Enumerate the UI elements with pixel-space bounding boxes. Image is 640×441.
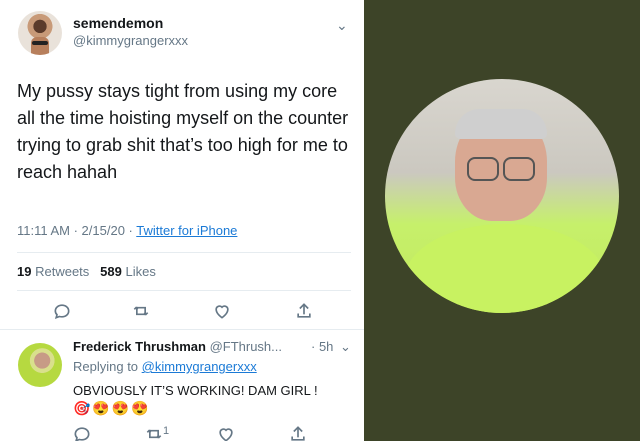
chevron-down-icon[interactable]: ⌄ [336,17,348,34]
share-icon[interactable] [294,301,314,321]
reply-display-name[interactable]: Frederick Thrushman [73,339,206,354]
retweets-label[interactable]: Retweets [35,264,89,279]
tweet-stats: 19 Retweets 589 Likes [17,264,156,279]
like-icon[interactable] [212,301,232,321]
replying-to: Replying to @kimmygrangerxxx [73,359,257,374]
author-avatar[interactable] [18,11,62,55]
reply-retweet-count[interactable]: 1 [163,425,169,437]
photo-glasses-left [467,157,499,181]
avatar-detail [32,41,48,45]
reply-icon[interactable] [72,424,90,441]
divider [17,252,351,253]
retweet-icon[interactable] [144,424,162,440]
reply-author[interactable]: Frederick Thrushman @FThrush... [73,339,282,354]
photo-hair [455,109,547,139]
profile-photo [385,79,619,313]
divider [17,290,351,291]
replying-to-link[interactable]: @kimmygrangerxxx [142,359,257,374]
replying-prefix: Replying to [73,359,142,374]
tweet-timestamp: 11:11 AM · 2/15/20 · [17,223,137,238]
author-display-name[interactable]: semendemon [73,15,163,31]
author-handle[interactable]: @kimmygrangerxxx [73,33,188,48]
like-icon[interactable] [216,424,233,441]
reply-handle[interactable]: @FThrush... [210,339,282,354]
tweet-text: My pussy stays tight from using my core … [17,81,349,182]
chevron-down-icon[interactable]: ⌄ [340,339,351,355]
divider [0,329,364,330]
photo-glasses-right [503,157,535,181]
reply-emojis: 🎯😍😍😍 [73,400,151,416]
tweet-panel: semendemon @kimmygrangerxxx ⌄ My pussy s… [0,0,364,441]
reply-time: · 5h [311,339,334,354]
tweet-meta: 11:11 AM · 2/15/20 · Twitter for iPhone [17,223,237,238]
likes-label[interactable]: Likes [125,264,155,279]
like-count[interactable]: 589 [100,264,122,279]
avatar-figure [31,37,49,55]
reply-author-avatar[interactable] [18,343,62,387]
photo-shirt [405,224,605,313]
retweet-icon[interactable] [131,301,151,321]
reply-text: OBVIOUSLY IT’S WORKING! DAM GIRL ! [73,383,318,398]
tweet-source-link[interactable]: Twitter for iPhone [136,223,237,238]
share-icon[interactable] [288,424,305,441]
reply-icon[interactable] [52,301,72,321]
retweet-count[interactable]: 19 [17,264,31,279]
